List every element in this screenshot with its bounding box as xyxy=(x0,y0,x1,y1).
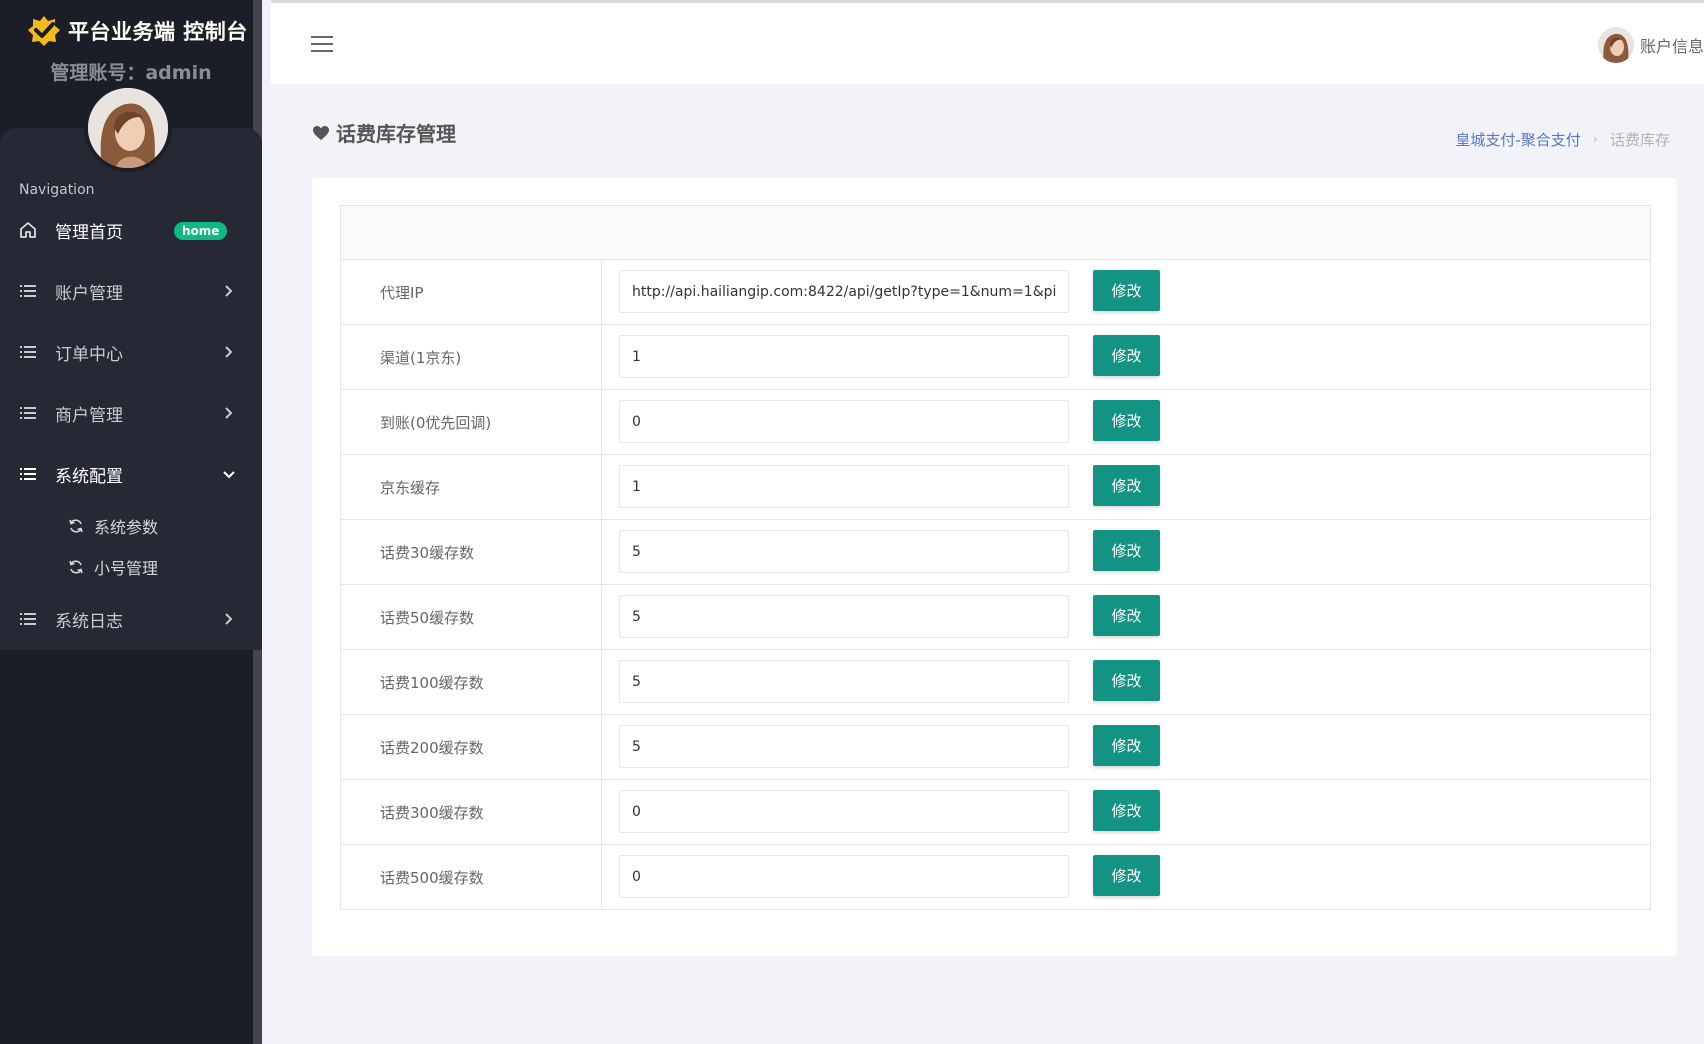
settings-card: 代理IP 修改 渠道(1京东) 修改 到账(0优先回调) 修改 京东缓存 修改 … xyxy=(312,178,1677,956)
breadcrumb-separator-icon: › xyxy=(1592,132,1598,147)
table-header xyxy=(340,205,1651,260)
list-icon xyxy=(19,610,37,628)
brand[interactable]: 平台业务端 控制台 xyxy=(26,14,248,48)
page-title: 话费库存管理 xyxy=(312,118,456,147)
cache-500-input[interactable] xyxy=(619,855,1069,898)
setting-label: 渠道(1京东) xyxy=(341,325,602,389)
sidebar-item-system-config[interactable]: 系统配置 xyxy=(0,454,262,494)
heart-icon xyxy=(313,125,329,140)
list-icon xyxy=(19,343,37,361)
setting-label: 话费50缓存数 xyxy=(341,585,602,649)
nav-heading: Navigation xyxy=(19,182,95,198)
setting-label: 话费200缓存数 xyxy=(341,715,602,779)
breadcrumb-current: 话费库存 xyxy=(1609,131,1670,149)
list-icon xyxy=(19,404,37,422)
arrival-input[interactable] xyxy=(619,400,1069,443)
sidebar-subitem-system-params[interactable]: 系统参数 xyxy=(0,510,262,542)
table-row: 话费50缓存数 修改 xyxy=(340,585,1651,650)
breadcrumb: 皇城支付-聚合支付 › 话费库存 xyxy=(1455,129,1670,150)
brand-logo-icon xyxy=(28,16,60,46)
breadcrumb-home-link[interactable]: 皇城支付-聚合支付 xyxy=(1455,129,1580,150)
setting-label: 京东缓存 xyxy=(341,455,602,519)
sidebar-subitem-alt-accounts[interactable]: 小号管理 xyxy=(0,551,262,583)
table-row: 话费200缓存数 修改 xyxy=(340,715,1651,780)
topbar: 账户信息 xyxy=(271,0,1704,84)
edit-button[interactable]: 修改 xyxy=(1093,725,1160,766)
setting-label: 代理IP xyxy=(341,260,602,324)
sidebar: 平台业务端 控制台 管理账号：admin Navigation 管理首页 hom… xyxy=(0,0,262,1044)
chevron-right-icon xyxy=(225,407,233,419)
setting-label: 话费500缓存数 xyxy=(341,845,602,909)
brand-title: 平台业务端 控制台 xyxy=(68,20,248,44)
edit-button[interactable]: 修改 xyxy=(1093,530,1160,571)
cache-300-input[interactable] xyxy=(619,790,1069,833)
sidebar-item-label: 系统配置 xyxy=(55,466,123,487)
chevron-right-icon xyxy=(225,285,233,297)
jd-cache-input[interactable] xyxy=(619,465,1069,508)
table-row: 话费500缓存数 修改 xyxy=(340,845,1651,910)
cache-100-input[interactable] xyxy=(619,660,1069,703)
table-row: 渠道(1京东) 修改 xyxy=(340,325,1651,390)
home-icon xyxy=(19,221,37,239)
admin-avatar[interactable] xyxy=(84,84,172,172)
table-row: 话费300缓存数 修改 xyxy=(340,780,1651,845)
sidebar-item-system-logs[interactable]: 系统日志 xyxy=(0,599,262,639)
settings-table: 代理IP 修改 渠道(1京东) 修改 到账(0优先回调) 修改 京东缓存 修改 … xyxy=(340,205,1651,910)
sidebar-item-label: 系统日志 xyxy=(55,611,123,632)
table-row: 话费30缓存数 修改 xyxy=(340,520,1651,585)
edit-button[interactable]: 修改 xyxy=(1093,465,1160,506)
edit-button[interactable]: 修改 xyxy=(1093,400,1160,441)
account-info-link[interactable]: 账户信息 xyxy=(1597,27,1704,63)
cycle-icon xyxy=(69,560,83,574)
table-row: 话费100缓存数 修改 xyxy=(340,650,1651,715)
cache-30-input[interactable] xyxy=(619,530,1069,573)
setting-label: 话费300缓存数 xyxy=(341,780,602,844)
channel-input[interactable] xyxy=(619,335,1069,378)
proxy-ip-input[interactable] xyxy=(619,270,1069,313)
sidebar-item-accounts[interactable]: 账户管理 xyxy=(0,271,262,311)
sidebar-subitem-label: 系统参数 xyxy=(94,518,159,537)
list-icon xyxy=(19,465,37,483)
table-row: 到账(0优先回调) 修改 xyxy=(340,390,1651,455)
page-title-text: 话费库存管理 xyxy=(336,122,456,146)
account-info-label: 账户信息 xyxy=(1639,37,1704,56)
cycle-icon xyxy=(69,519,83,533)
setting-label: 到账(0优先回调) xyxy=(341,390,602,454)
sidebar-item-orders[interactable]: 订单中心 xyxy=(0,332,262,372)
sidebar-item-label: 管理首页 xyxy=(55,222,123,243)
chevron-down-icon xyxy=(223,471,235,479)
table-row: 京东缓存 修改 xyxy=(340,455,1651,520)
chevron-right-icon xyxy=(225,613,233,625)
home-badge: home xyxy=(174,222,228,240)
cache-50-input[interactable] xyxy=(619,595,1069,638)
edit-button[interactable]: 修改 xyxy=(1093,335,1160,376)
list-icon xyxy=(19,282,37,300)
avatar-portrait-icon xyxy=(1597,27,1634,63)
sidebar-item-merchants[interactable]: 商户管理 xyxy=(0,393,262,433)
sidebar-item-label: 商户管理 xyxy=(55,405,123,426)
sidebar-subitem-label: 小号管理 xyxy=(94,559,159,578)
avatar-portrait-icon xyxy=(88,88,168,168)
menu-toggle-icon[interactable] xyxy=(311,35,333,53)
sidebar-item-dashboard[interactable]: 管理首页 home xyxy=(0,210,262,250)
sidebar-item-label: 订单中心 xyxy=(55,344,123,365)
edit-button[interactable]: 修改 xyxy=(1093,270,1160,311)
setting-label: 话费30缓存数 xyxy=(341,520,602,584)
user-avatar xyxy=(1597,27,1634,63)
table-row: 代理IP 修改 xyxy=(340,260,1651,325)
chevron-right-icon xyxy=(225,346,233,358)
cache-200-input[interactable] xyxy=(619,725,1069,768)
edit-button[interactable]: 修改 xyxy=(1093,855,1160,896)
admin-account-label: 管理账号：admin xyxy=(50,62,212,84)
edit-button[interactable]: 修改 xyxy=(1093,660,1160,701)
edit-button[interactable]: 修改 xyxy=(1093,595,1160,636)
sidebar-item-label: 账户管理 xyxy=(55,283,123,304)
edit-button[interactable]: 修改 xyxy=(1093,790,1160,831)
setting-label: 话费100缓存数 xyxy=(341,650,602,714)
